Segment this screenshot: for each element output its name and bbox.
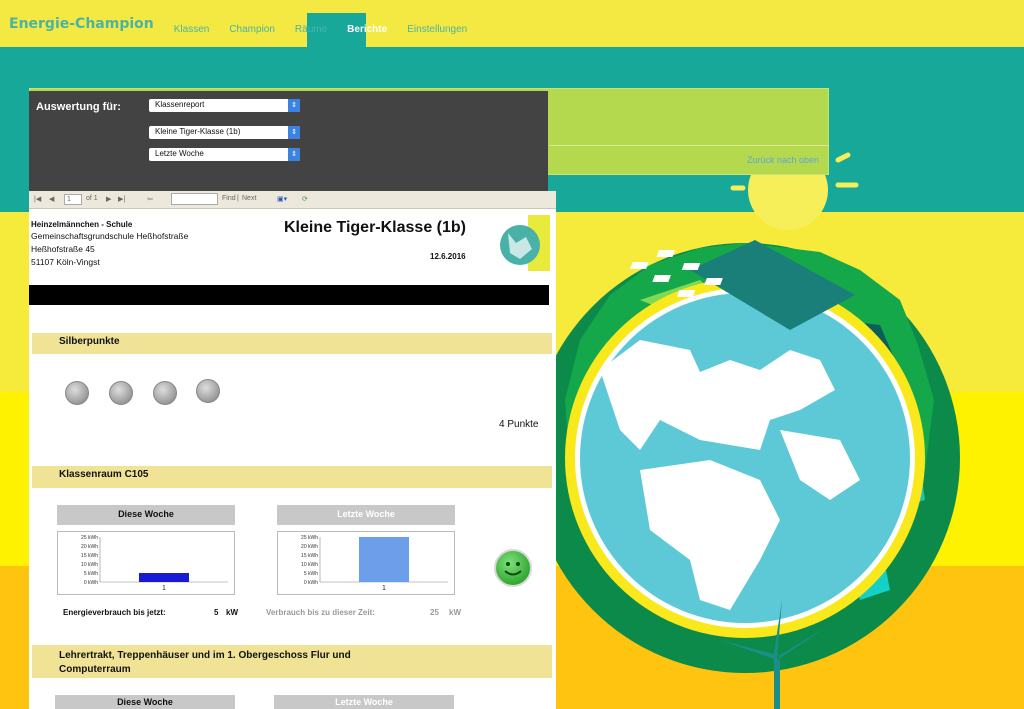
nav-item-champion[interactable]: Champion: [219, 0, 285, 47]
next-link[interactable]: Next: [242, 195, 256, 202]
y-tick-label: 0 kWh: [304, 580, 318, 586]
nav-item-einstellungen[interactable]: Einstellungen: [397, 0, 477, 47]
smiley-face: [504, 562, 522, 576]
address-line: 51107 Köln-Vingst: [31, 257, 100, 267]
report-toolbar: |◀ ◀ 1 of 1 ▶ ▶| ⇦ Find | Next ▣▾ ⟳: [29, 191, 556, 209]
report-type-value: Klassenreport: [155, 100, 205, 109]
find-input[interactable]: [171, 193, 218, 205]
x-tick-label: 1: [382, 585, 386, 592]
y-tick-label: 15 kWh: [301, 553, 318, 559]
consumption-value: 5: [214, 608, 219, 617]
top-nav: Energie-Champion Klassen Champion Räume …: [0, 0, 477, 47]
find-link[interactable]: Find: [222, 195, 236, 202]
nav-item-klassen[interactable]: Klassen: [164, 0, 220, 47]
nav-item-berichte[interactable]: Berichte: [337, 0, 397, 47]
consumption-unit: kW: [226, 608, 238, 617]
report-date: 12.6.2016: [430, 252, 466, 261]
y-tick-label: 0 kWh: [84, 580, 98, 586]
bar: [359, 537, 409, 582]
section-lehrertrakt-line2: Computerraum: [59, 664, 131, 675]
silver-point: [153, 381, 177, 405]
chart-title-this-week-2: Diese Woche: [55, 695, 235, 709]
page-count: of 1: [86, 195, 98, 202]
y-tick-label: 25 kWh: [301, 535, 318, 541]
address-line: Gemeinschaftsgrundschule Heßhofstraße: [31, 231, 189, 241]
next-page-icon[interactable]: ▶: [106, 195, 111, 203]
divider: [549, 145, 829, 146]
silver-point: [65, 381, 89, 405]
chart-last-week-svg: 25 kWh 20 kWh 15 kWh 10 kWh 5 kWh 0 kWh 1: [301, 535, 448, 592]
chart-title-this-week: Diese Woche: [57, 505, 235, 525]
y-tick-label: 5 kWh: [84, 571, 98, 577]
nav-item-raeume[interactable]: Räume: [285, 0, 337, 47]
chevron-updown-icon: ⇕: [288, 148, 300, 161]
last-page-icon[interactable]: ▶|: [118, 195, 125, 203]
chevron-updown-icon: ⇕: [288, 99, 300, 112]
chevron-updown-icon: ⇕: [288, 126, 300, 139]
y-tick-label: 10 kWh: [81, 562, 98, 568]
brand-logo[interactable]: Energie-Champion: [0, 16, 164, 32]
chart-this-week: 25 kWh 20 kWh 15 kWh 10 kWh 5 kWh 0 kWh 1: [57, 531, 235, 595]
section-lehrertrakt-line1: Lehrertrakt, Treppenhäuser und im 1. Obe…: [59, 650, 351, 661]
points-total: 4 Punkte: [499, 419, 539, 430]
y-tick-label: 15 kWh: [81, 553, 98, 559]
report-page: Heinzelmännchen - Schule Gemeinschaftsgr…: [29, 209, 556, 709]
section-room: Klassenraum C105: [32, 466, 552, 488]
bar: [139, 573, 189, 582]
chart-title-last-week-2: Letzte Woche: [274, 695, 454, 709]
prev-page-icon[interactable]: ◀: [49, 195, 54, 203]
save-icon[interactable]: ▣▾: [277, 195, 287, 203]
x-tick-label: 1: [162, 585, 166, 592]
address-line: Heßhofstraße 45: [31, 244, 95, 254]
compare-unit: kW: [449, 608, 461, 617]
separator: |: [237, 195, 239, 202]
y-tick-label: 20 kWh: [81, 544, 98, 550]
back-to-top-link[interactable]: Zurück nach oben: [747, 155, 819, 165]
globe-icon: [530, 243, 960, 673]
chart-title-last-week: Letzte Woche: [277, 505, 455, 525]
class-value: Kleine Tiger-Klasse (1b): [155, 127, 241, 136]
filter-panel: Auswertung für: Klassenreport ⇕ Kleine T…: [29, 91, 548, 191]
school-name: Heinzelmännchen - Schule: [31, 220, 133, 229]
refresh-icon[interactable]: ⟳: [302, 195, 308, 203]
filter-label: Auswertung für:: [36, 101, 121, 113]
first-page-icon[interactable]: |◀: [34, 195, 41, 203]
back-icon[interactable]: ⇦: [147, 195, 153, 203]
period-select[interactable]: Letzte Woche ⇕: [149, 148, 300, 161]
report-title: Kleine Tiger-Klasse (1b): [284, 219, 466, 236]
report-header-bar: [29, 285, 549, 305]
class-select[interactable]: Kleine Tiger-Klasse (1b) ⇕: [149, 126, 300, 139]
compare-value: 25: [430, 608, 439, 617]
period-value: Letzte Woche: [155, 149, 204, 158]
chart-last-week: 25 kWh 20 kWh 15 kWh 10 kWh 5 kWh 0 kWh 1: [277, 531, 455, 595]
chart-this-week-svg: 25 kWh 20 kWh 15 kWh 10 kWh 5 kWh 0 kWh 1: [81, 535, 228, 592]
y-tick-label: 5 kWh: [304, 571, 318, 577]
section-silberpunkte: Silberpunkte: [32, 333, 552, 354]
compare-label: Verbrauch bis zu dieser Zeit:: [266, 608, 375, 617]
y-tick-label: 25 kWh: [81, 535, 98, 541]
section-lehrertrakt: Lehrertrakt, Treppenhäuser und im 1. Obe…: [32, 645, 552, 678]
tiger-logo-icon: [500, 215, 550, 271]
consumption-label: Energieverbrauch bis jetzt:: [63, 608, 166, 617]
y-tick-label: 20 kWh: [301, 544, 318, 550]
page-number-input[interactable]: 1: [64, 194, 82, 205]
silver-point: [196, 379, 220, 403]
silver-point: [109, 381, 133, 405]
report-type-select[interactable]: Klassenreport ⇕: [149, 99, 300, 112]
y-tick-label: 10 kWh: [301, 562, 318, 568]
smiley-icon: [494, 549, 532, 587]
